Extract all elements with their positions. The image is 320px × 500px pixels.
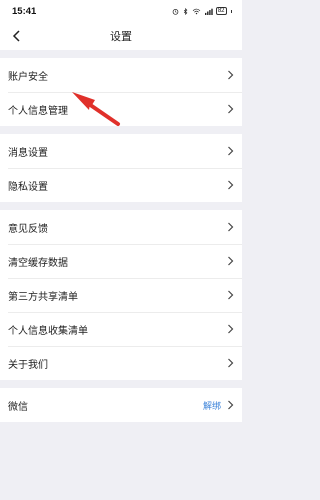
row-label: 第三方共享清单: [8, 291, 78, 303]
row-label: 关于我们: [8, 359, 48, 371]
row-feedback[interactable]: 意见反馈: [0, 210, 242, 244]
row-label: 隐私设置: [8, 181, 48, 193]
chevron-right-icon: [227, 104, 234, 114]
settings-group-privacy: 消息设置 隐私设置: [0, 134, 242, 202]
alarm-icon: [172, 8, 179, 15]
row-clear-cache[interactable]: 清空缓存数据: [0, 244, 242, 278]
row-personal-info-management[interactable]: 个人信息管理: [0, 92, 242, 126]
row-message-settings[interactable]: 消息设置: [0, 134, 242, 168]
row-wechat-binding[interactable]: 微信 解绑: [0, 388, 242, 422]
chevron-right-icon: [227, 180, 234, 190]
row-privacy-settings[interactable]: 隐私设置: [0, 168, 242, 202]
row-personal-info-collection-list[interactable]: 个人信息收集清单: [0, 312, 242, 346]
wifi-icon: [192, 8, 201, 14]
chevron-right-icon: [227, 290, 234, 300]
chevron-right-icon: [227, 324, 234, 334]
unbind-link[interactable]: 解绑: [203, 399, 221, 412]
row-about-us[interactable]: 关于我们: [0, 346, 242, 380]
row-third-party-sharing-list[interactable]: 第三方共享清单: [0, 278, 242, 312]
settings-group-account: 账户安全 个人信息管理: [0, 58, 242, 126]
nav-bar: 设置: [0, 22, 242, 50]
status-icons: 82: [172, 7, 232, 15]
chevron-right-icon: [227, 358, 234, 368]
chevron-right-icon: [227, 400, 234, 410]
page-title: 设置: [110, 30, 132, 43]
battery-tip: [230, 9, 232, 13]
status-bar: 15:41 82: [0, 0, 242, 22]
back-button[interactable]: [8, 28, 24, 44]
chevron-right-icon: [227, 146, 234, 156]
settings-group-general: 意见反馈 清空缓存数据 第三方共享清单 个人信息收集清单 关于我们: [0, 210, 242, 380]
signal-icon: [204, 8, 213, 15]
chevron-right-icon: [227, 222, 234, 232]
battery-indicator: 82: [215, 7, 227, 15]
bluetooth-icon: [183, 7, 188, 15]
row-label: 意见反馈: [8, 223, 48, 235]
row-account-security[interactable]: 账户安全: [0, 58, 242, 92]
chevron-right-icon: [227, 256, 234, 266]
status-time: 15:41: [12, 5, 37, 17]
chevron-left-icon: [12, 30, 20, 42]
row-label: 个人信息收集清单: [8, 325, 88, 337]
row-label: 账户安全: [8, 71, 48, 83]
row-label: 微信: [8, 401, 28, 413]
row-label: 清空缓存数据: [8, 257, 68, 269]
row-label: 消息设置: [8, 147, 48, 159]
settings-group-bindings: 微信 解绑: [0, 388, 242, 422]
battery-level: 82: [217, 8, 225, 14]
chevron-right-icon: [227, 70, 234, 80]
row-label: 个人信息管理: [8, 105, 68, 117]
